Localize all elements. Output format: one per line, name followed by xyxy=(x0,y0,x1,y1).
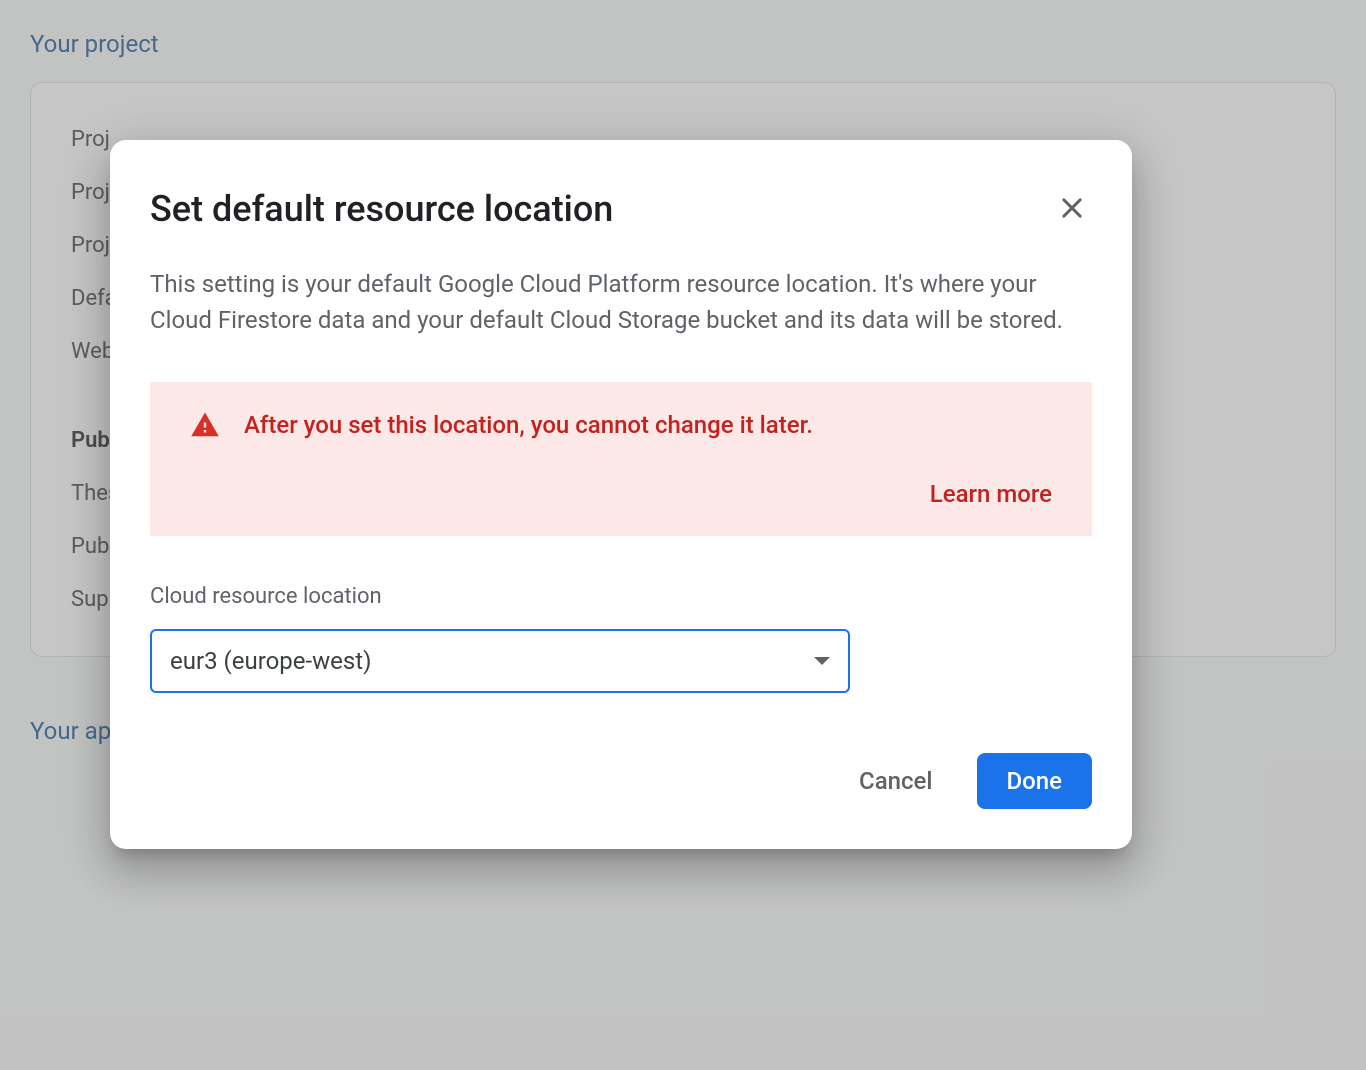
dialog-title: Set default resource location xyxy=(150,188,613,230)
warning-text: After you set this location, you cannot … xyxy=(244,411,813,439)
chevron-down-icon xyxy=(814,657,830,665)
warning-banner: After you set this location, you cannot … xyxy=(150,382,1092,536)
close-icon xyxy=(1058,194,1086,222)
done-button[interactable]: Done xyxy=(977,753,1093,809)
location-field-label: Cloud resource location xyxy=(150,584,1092,609)
learn-more-link[interactable]: Learn more xyxy=(930,480,1052,508)
warning-icon xyxy=(190,410,220,440)
dialog-description: This setting is your default Google Clou… xyxy=(150,266,1092,338)
dialog-actions: Cancel Done xyxy=(150,753,1092,809)
close-button[interactable] xyxy=(1052,188,1092,228)
cancel-button[interactable]: Cancel xyxy=(843,755,948,807)
location-select[interactable]: eur3 (europe-west) xyxy=(150,629,850,693)
location-select-value: eur3 (europe-west) xyxy=(170,647,371,675)
resource-location-dialog: Set default resource location This setti… xyxy=(110,140,1132,849)
